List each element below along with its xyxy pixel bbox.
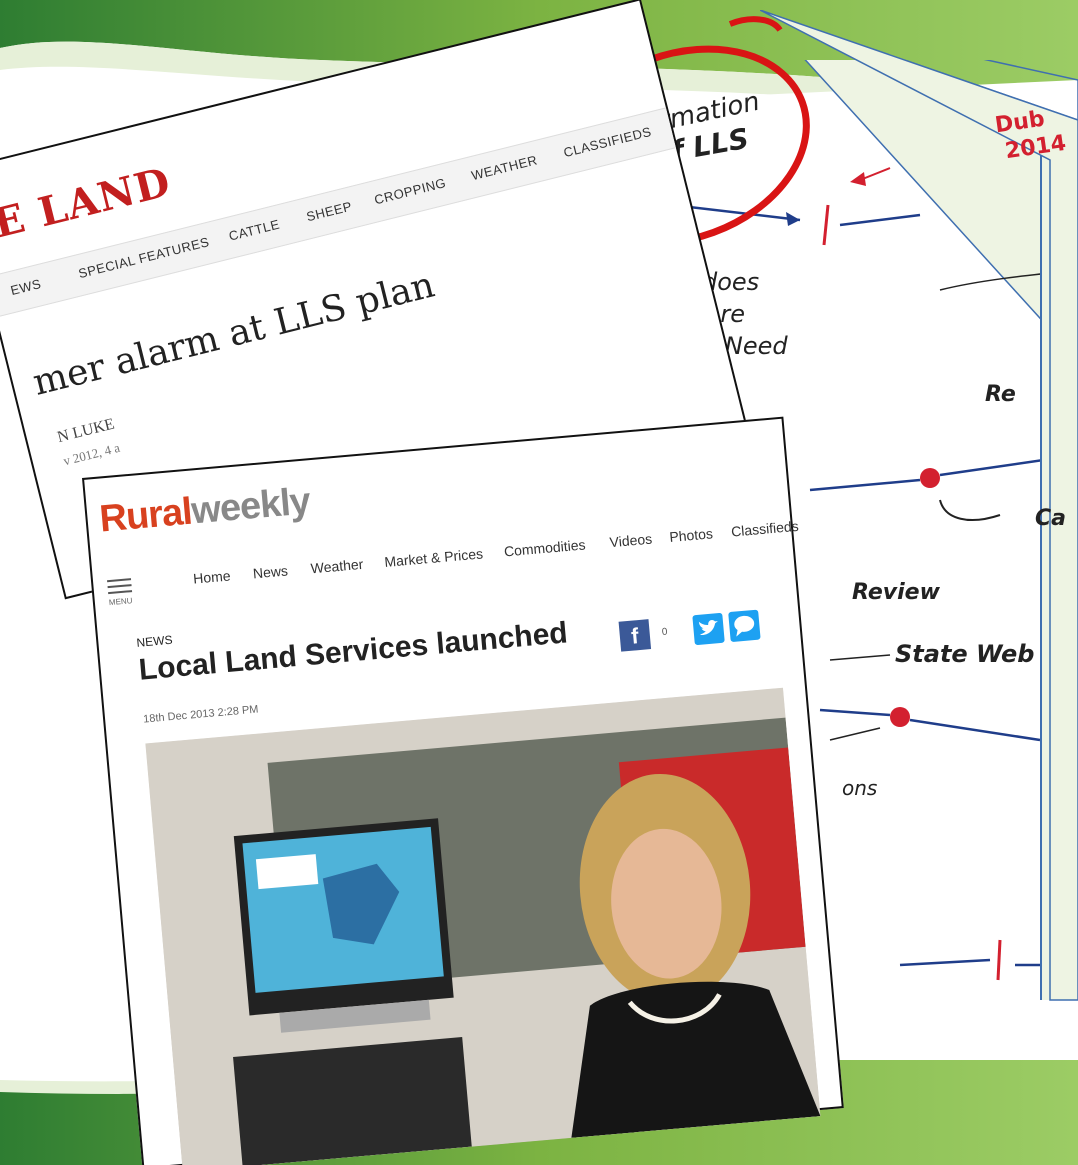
photo-woman-at-computer (145, 687, 821, 1165)
rural-weekly-logo-part1: Rural (97, 490, 194, 541)
sketch-re: Re (985, 382, 1016, 407)
collage-slide: Formation of LLS hat does ndcare ally Ne… (0, 0, 1078, 1165)
nav-market-prices[interactable]: Market & Prices (384, 545, 484, 570)
facebook-share-button[interactable]: f (618, 619, 652, 652)
nav-videos[interactable]: Videos (609, 531, 653, 551)
sketch-review: Review (852, 580, 940, 605)
the-land-logo: E LAND (0, 158, 176, 248)
menu-icon[interactable]: MENU (107, 578, 133, 607)
land-nav-sheep[interactable]: SHEEP (305, 198, 354, 224)
comment-button[interactable] (728, 609, 761, 643)
twitter-share-button[interactable] (692, 612, 725, 646)
nav-photos[interactable]: Photos (669, 525, 714, 545)
rural-weekly-clipping: Ruralweekly MENU Home News Weather Marke… (82, 416, 844, 1165)
comment-icon (734, 615, 755, 637)
land-nav-cropping[interactable]: CROPPING (373, 175, 448, 207)
article-photo (145, 687, 821, 1165)
nav-classifieds[interactable]: Classifieds (730, 518, 799, 540)
land-nav-classifieds[interactable]: CLASSIFIEDS (562, 124, 653, 160)
facebook-share-count: 0 (661, 626, 668, 639)
land-nav-weather[interactable]: WEATHER (470, 152, 539, 183)
article-date: 18th Dec 2013 2:28 PM (142, 703, 259, 726)
rural-weekly-logo-part2: weekly (189, 480, 312, 533)
nav-news[interactable]: News (252, 562, 288, 581)
nav-weather[interactable]: Weather (310, 556, 364, 577)
menu-label: MENU (108, 596, 133, 608)
land-nav-special-features[interactable]: SPECIAL FEATURES (77, 234, 211, 281)
land-nav-cattle[interactable]: CATTLE (227, 217, 281, 244)
rural-weekly-logo: Ruralweekly (98, 480, 312, 541)
sketch-ons: ons (842, 776, 878, 800)
sketch-ca: Ca (1035, 506, 1066, 531)
sketch-state-web: State Web (895, 640, 1035, 668)
twitter-icon (698, 619, 718, 636)
land-nav-news[interactable]: EWS (9, 276, 43, 298)
section-label: NEWS (135, 632, 174, 650)
nav-home[interactable]: Home (193, 567, 232, 586)
article-headline: Local Land Services launched (137, 616, 569, 687)
nav-commodities[interactable]: Commodities (503, 536, 586, 559)
